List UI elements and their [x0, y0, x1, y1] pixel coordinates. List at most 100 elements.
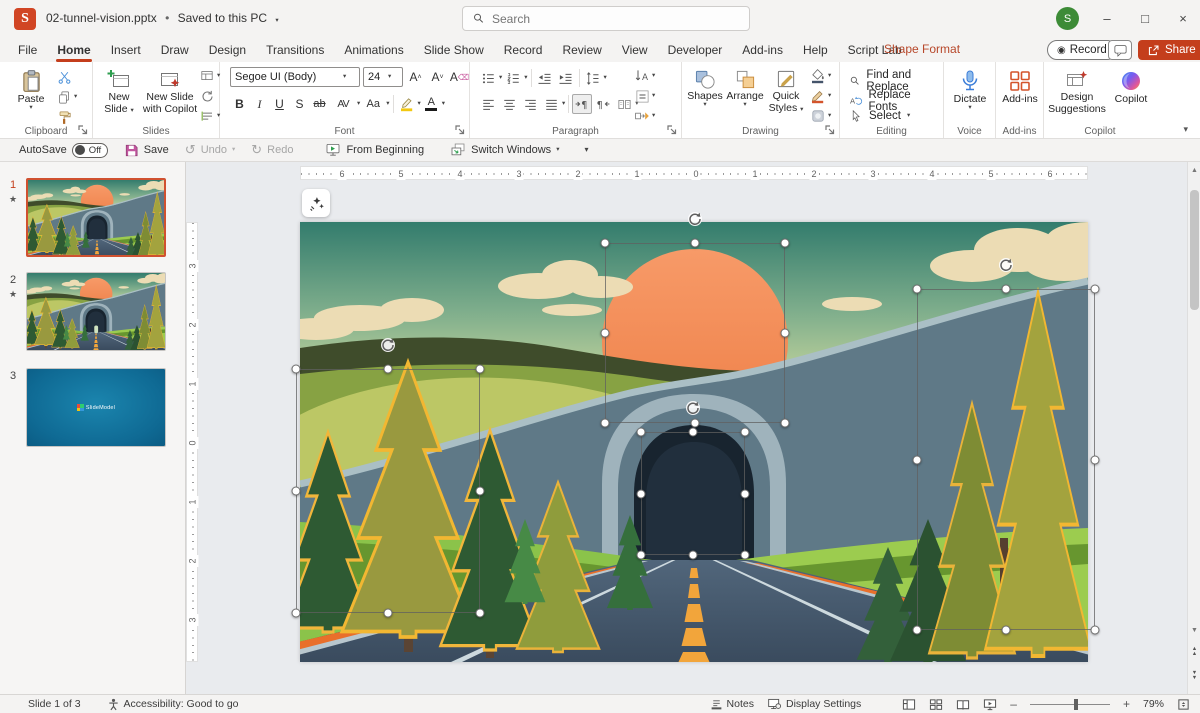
tab-record[interactable]: Record [494, 39, 553, 61]
change-case-button[interactable]: Aa [361, 95, 385, 114]
selection-handle[interactable] [781, 329, 790, 338]
tab-add-ins[interactable]: Add-ins [732, 39, 793, 61]
underline-button[interactable]: U [270, 95, 289, 114]
slide-canvas[interactable] [300, 222, 1088, 662]
scroll-up-arrow[interactable]: ▲ [1188, 164, 1200, 177]
close-button[interactable]: × [1164, 0, 1200, 37]
horizontal-ruler[interactable]: 6543210123456 [300, 166, 1088, 180]
save-button[interactable]: Save [119, 141, 174, 160]
selection-handle[interactable] [1091, 455, 1100, 464]
slide-thumbnail-3[interactable]: SlideModel [26, 368, 166, 447]
design-suggestions-button[interactable]: Design Suggestions [1046, 64, 1108, 124]
tab-shape-format[interactable]: Shape Format [884, 42, 960, 56]
zoom-slider-thumb[interactable] [1074, 699, 1078, 710]
selection-handle[interactable] [292, 487, 301, 496]
zoom-slider[interactable] [1030, 704, 1110, 705]
notes-button[interactable]: Notes [710, 698, 754, 711]
share-button[interactable]: Share ▾ [1138, 40, 1200, 60]
minimize-button[interactable]: – [1088, 0, 1126, 37]
comments-button[interactable] [1108, 40, 1132, 60]
rotation-handle[interactable] [380, 337, 396, 353]
next-slide-button[interactable]: ▼▼ [1188, 668, 1200, 684]
selection-handle[interactable] [476, 487, 485, 496]
collapse-ribbon-button[interactable]: ▾ [1183, 125, 1188, 134]
selection-handle[interactable] [781, 419, 790, 428]
selection-handle[interactable] [601, 239, 610, 248]
font-color-button[interactable]: A [422, 95, 441, 114]
slide-thumbnail-1[interactable] [26, 178, 166, 257]
font-name-combo[interactable]: ▾ [230, 67, 360, 87]
drawing-dialog-launcher[interactable] [824, 124, 836, 136]
justify-button[interactable] [541, 94, 561, 114]
selection-handle[interactable] [601, 329, 610, 338]
tab-file[interactable]: File [8, 39, 47, 61]
reading-view-button[interactable] [956, 698, 970, 711]
copy-button[interactable] [54, 87, 74, 107]
bullets-button[interactable] [478, 68, 498, 88]
account-avatar[interactable]: S [1056, 7, 1079, 30]
maximize-button[interactable]: □ [1126, 0, 1164, 37]
shape-outline-button[interactable] [808, 86, 828, 106]
selection-handle[interactable] [637, 428, 646, 437]
line-spacing-button[interactable] [583, 68, 603, 88]
align-left-button[interactable] [478, 94, 498, 114]
autosave-toggle[interactable]: AutoSave Off [14, 141, 113, 160]
record-button[interactable]: ◉ Record [1047, 40, 1117, 60]
tab-animations[interactable]: Animations [334, 39, 413, 61]
tab-developer[interactable]: Developer [658, 39, 733, 61]
selection-handle[interactable] [476, 609, 485, 618]
powerpoint-logo-icon[interactable]: S [14, 8, 36, 30]
selection-handle[interactable] [691, 239, 700, 248]
zoom-out-button[interactable]: – [1010, 697, 1017, 711]
zoom-level[interactable]: 79% [1143, 698, 1164, 710]
new-slide-with-copilot-button[interactable]: New Slide with Copilot [141, 64, 199, 124]
accessibility-status[interactable]: Accessibility: Good to go [107, 698, 239, 711]
vertical-scrollbar[interactable]: ▲ ▼ ▲▲ ▼▼ [1187, 162, 1200, 694]
selection-handle[interactable] [691, 419, 700, 428]
normal-view-button[interactable] [902, 698, 916, 711]
format-painter-button[interactable] [54, 107, 74, 127]
align-center-button[interactable] [499, 94, 519, 114]
selection-handle[interactable] [1091, 626, 1100, 635]
tab-slide-show[interactable]: Slide Show [414, 39, 494, 61]
grow-font-button[interactable]: A˄ [406, 68, 425, 87]
section-button[interactable] [197, 106, 217, 126]
selection-handle[interactable] [1002, 626, 1011, 635]
arrange-button[interactable]: Arrange▾ [724, 64, 766, 124]
clipboard-dialog-launcher[interactable] [77, 124, 89, 136]
selection-handle[interactable] [1091, 285, 1100, 294]
slide-thumbnail-2[interactable] [26, 272, 166, 351]
add-ins-button[interactable]: Add-ins [998, 64, 1042, 124]
font-size-input[interactable] [364, 71, 388, 83]
selection-handle[interactable] [741, 428, 750, 437]
selection-handle[interactable] [637, 551, 646, 560]
selection-handle[interactable] [476, 365, 485, 374]
font-name-input[interactable] [231, 71, 343, 83]
text-direction-button[interactable] [632, 66, 652, 86]
selection-handle[interactable] [637, 489, 646, 498]
copilot-button[interactable]: Copilot [1108, 64, 1154, 124]
zoom-in-button[interactable]: + [1123, 697, 1130, 711]
selection-handle[interactable] [689, 551, 698, 560]
italic-button[interactable]: I [250, 95, 269, 114]
tab-draw[interactable]: Draw [151, 39, 199, 61]
text-direction-ltr-button[interactable] [572, 94, 592, 114]
font-size-combo[interactable]: ▾ [363, 67, 403, 87]
selection-handle[interactable] [913, 455, 922, 464]
selection-handle[interactable] [601, 419, 610, 428]
customize-qat-button[interactable]: ▾ [584, 146, 588, 154]
display-settings-button[interactable]: Display Settings [767, 697, 861, 711]
tab-design[interactable]: Design [199, 39, 256, 61]
font-dialog-launcher[interactable] [454, 124, 466, 136]
convert-to-smartart-button[interactable] [632, 106, 652, 126]
autosave-switch[interactable]: Off [72, 143, 108, 158]
slide-layout-button[interactable] [197, 66, 217, 86]
align-right-button[interactable] [520, 94, 540, 114]
new-slide-button[interactable]: New Slide ▾ [97, 64, 141, 124]
selection-handle[interactable] [1002, 285, 1011, 294]
selection-handle[interactable] [781, 239, 790, 248]
shape-fill-button[interactable] [808, 66, 828, 86]
undo-button[interactable]: ↺ Undo▾ [180, 140, 240, 160]
slide-sorter-view-button[interactable] [929, 698, 943, 711]
highlight-color-button[interactable] [397, 94, 417, 114]
